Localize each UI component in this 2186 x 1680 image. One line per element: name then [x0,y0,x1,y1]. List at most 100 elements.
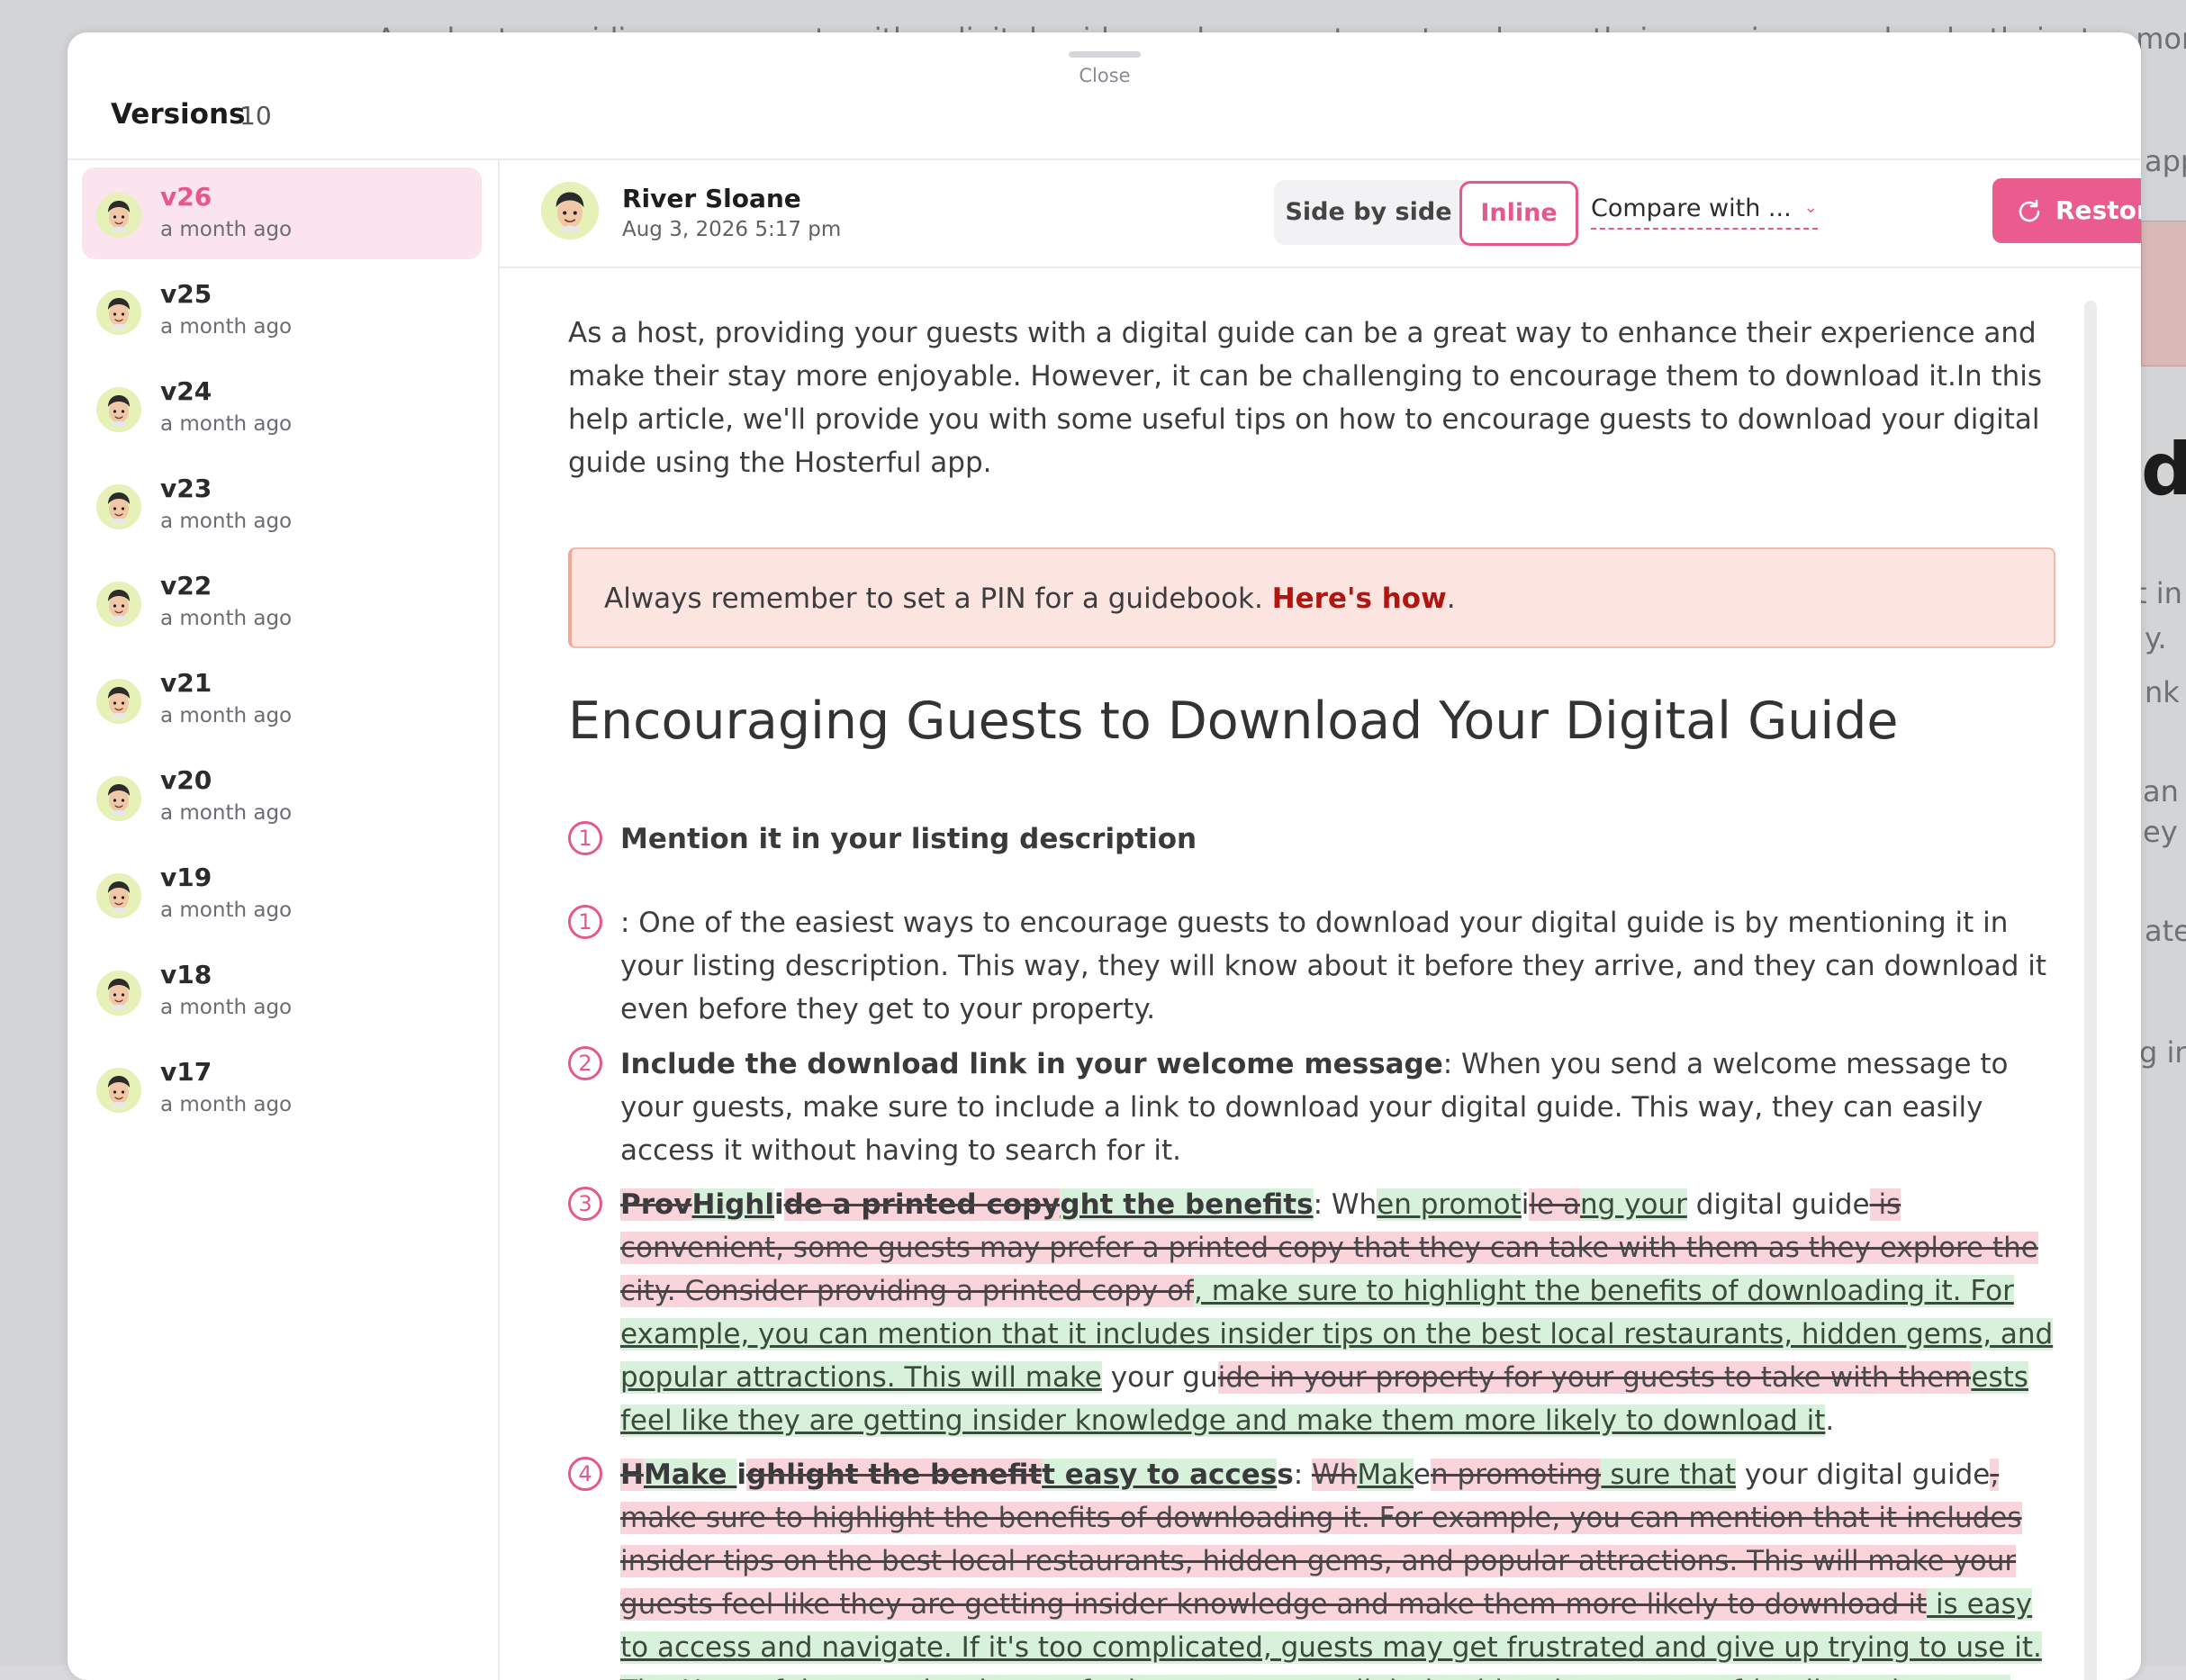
deleted-text: ide in your property for your guests to … [1217,1361,1972,1394]
deleted-text: H [620,1459,644,1491]
version-header: River Sloane Aug 3, 2026 5:17 pm Side by… [500,160,2141,268]
version-label: v18 [160,960,212,989]
inserted-text: Highl [691,1188,774,1221]
background-callout [2141,221,2186,366]
background-fragment: g in [2139,1035,2186,1070]
avatar-icon [96,582,141,627]
background-fragment: an m [2143,774,2186,808]
version-time: a month ago [160,412,293,436]
list-number-icon: 1 [568,821,602,855]
text-segment: Include the download link in your welcom… [620,1048,1443,1080]
text-segment: s [1277,1459,1294,1491]
pin-callout: Always remember to set a PIN for a guide… [568,547,2055,648]
view-mode-toggle: Side by side Inline [1274,180,1578,246]
version-content: As a host, providing your guests with a … [500,268,2141,1680]
deleted-text: le a [1529,1188,1580,1221]
drag-handle[interactable] [1069,51,1141,58]
inline-button[interactable]: Inline [1459,181,1578,246]
background-fragment: ate [2145,914,2186,948]
version-item-v23[interactable]: v23 a month ago [82,459,482,551]
version-item-v20[interactable]: v20 a month ago [82,751,482,843]
restore-label: Restore [2055,195,2141,225]
background-fragment: app [2145,144,2186,178]
version-label: v23 [160,474,212,503]
compare-with-dropdown[interactable]: Compare with ... ⌄ [1591,194,1818,230]
version-time: a month ago [160,996,293,1019]
version-time: a month ago [160,218,293,241]
text-segment: . [1825,1405,1835,1437]
version-time: a month ago [160,510,293,533]
callout-link[interactable]: Here's how [1272,583,1447,615]
list-item: 3 ProvHighlide a printed copyght the bene… [568,1183,2063,1442]
version-item-v18[interactable]: v18 a month ago [82,945,482,1037]
version-label: v17 [160,1057,212,1087]
compare-with-label: Compare with ... [1591,194,1792,222]
version-time: a month ago [160,607,293,630]
deleted-text: Prov [620,1188,692,1221]
avatar-icon [96,193,141,238]
version-label: v19 [160,863,212,892]
text-segment: your gu [1101,1361,1218,1394]
avatar-icon [96,776,141,821]
avatar-icon [541,182,599,239]
background-fragment: ey a [2143,815,2186,849]
inserted-text: sure that [1601,1459,1737,1491]
version-label: v24 [160,376,212,406]
text-segment: : [1293,1459,1313,1491]
side-by-side-button[interactable]: Side by side [1274,180,1463,245]
version-date: Aug 3, 2026 5:17 pm [622,218,842,241]
list-item: 4 HMake ighlight the benefitt easy to acc… [568,1453,2063,1680]
version-time: a month ago [160,315,293,339]
versions-title: Versions [111,98,246,131]
version-item-v24[interactable]: v24 a month ago [82,362,482,454]
version-item-v21[interactable]: v21 a month ago [82,654,482,745]
version-label: v22 [160,571,212,601]
close-button[interactable]: Close [1024,65,1186,86]
list-item: 2 Include the download link in your welco… [568,1043,2063,1172]
intro-paragraph: As a host, providing your guests with a … [568,317,2043,479]
versions-sidebar: v26 a month ago v25 a month ago v24 a month a… [68,160,500,1680]
text-segment: digital guide [1686,1188,1870,1221]
inserted-text: en promot [1377,1188,1522,1221]
inserted-text: Make [643,1459,737,1491]
version-label: v21 [160,668,212,698]
list-number-icon: 4 [568,1457,602,1491]
inserted-text: ng your [1579,1188,1687,1221]
version-label: v20 [160,765,212,795]
text-segment: i [736,1459,746,1491]
content-scrollbar[interactable] [2084,301,2097,1680]
inserted-text: ght the benefits [1060,1188,1314,1221]
callout-end: . [1446,583,1456,615]
deleted-text: de a printed copy [783,1188,1061,1221]
callout-message: Always remember to set a PIN for a guide… [604,583,1272,615]
version-item-v25[interactable]: v25 a month ago [82,265,482,357]
deleted-text: ghlight the benefit [745,1459,1043,1491]
avatar-icon [96,484,141,529]
version-item-v19[interactable]: v19 a month ago [82,848,482,940]
list-item: 1: One of the easiest ways to encourage … [568,901,2063,1031]
text-segment: : One of the easiest ways to encourage g… [620,907,2047,1025]
restore-button[interactable]: Restore [1992,178,2141,243]
versions-modal: Close Versions 10 v26 a month ago v25 a mon… [68,32,2141,1680]
version-item-v17[interactable]: v17 a month ago [82,1043,482,1134]
text-segment: i [773,1188,784,1221]
background-fragment: nk t [2145,675,2186,709]
background-fragment: t in y [2136,576,2186,610]
callout-text: Always remember to set a PIN for a guide… [604,549,1456,648]
avatar-icon [96,290,141,335]
version-label: v25 [160,279,212,309]
versions-count: 10 [239,101,272,131]
version-item-v22[interactable]: v22 a month ago [82,556,482,648]
avatar-icon [96,873,141,918]
deleted-text: Wh [1312,1459,1358,1491]
restore-icon [2016,198,2043,229]
version-item-v26[interactable]: v26 a month ago [82,167,482,259]
section-heading: Encouraging Guests to Download Your Digi… [568,691,1899,751]
inserted-text: t easy to acces [1042,1459,1278,1491]
version-time: a month ago [160,704,293,727]
background-fragment: y. [2145,621,2167,655]
list-item-text: Include the download link in your welcom… [620,1043,2063,1172]
text-segment: : Wh [1313,1188,1378,1221]
text-segment: e [1413,1459,1431,1491]
avatar-icon [96,971,141,1016]
